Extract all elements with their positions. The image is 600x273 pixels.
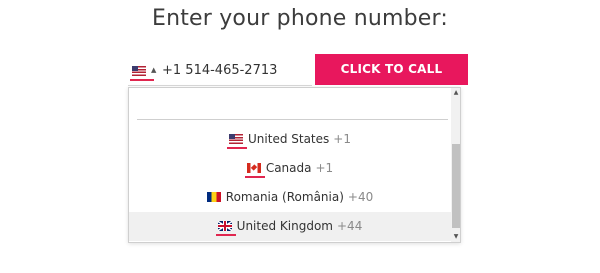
caret-up-icon: ▲ (151, 66, 157, 74)
country-option-us[interactable]: United States +1 (129, 125, 451, 154)
ca-flag-icon (246, 162, 261, 173)
scroll-down-arrow-icon[interactable]: ▼ (451, 232, 460, 242)
country-search-input[interactable] (137, 92, 448, 120)
phone-field: ▲ (128, 54, 312, 86)
country-option-gb[interactable]: United Kingdom +44 (129, 212, 451, 241)
country-name: Romania (România) (225, 190, 344, 204)
flag-underline (227, 147, 248, 149)
country-selector[interactable]: ▲ (130, 63, 160, 81)
page-title: Enter your phone number: (151, 6, 449, 31)
country-name: United States (248, 132, 330, 146)
dial-code: +1 (315, 161, 334, 175)
country-option-ca[interactable]: Canada +1 (129, 154, 451, 183)
us-flag-icon (132, 66, 146, 76)
country-option-ro[interactable]: Romania (România) +40 (129, 183, 451, 212)
dial-code: +1 (333, 132, 351, 146)
flag-underline (244, 176, 265, 178)
country-options: United States +1 Canada +1 Romania (Români… (129, 125, 451, 241)
dial-code: +44 (337, 219, 363, 233)
country-name: Canada (265, 161, 312, 175)
ro-flag-icon (206, 191, 221, 202)
country-name: United Kingdom (236, 219, 333, 233)
click-to-call-button[interactable]: CLICK TO CALL (315, 54, 468, 85)
phone-input[interactable] (162, 60, 302, 80)
flag-underline (130, 79, 154, 81)
us-flag-icon (229, 133, 244, 144)
flag-underline (215, 234, 236, 236)
dropdown-scrollbar[interactable]: ▲ ▼ (451, 88, 460, 242)
scroll-up-arrow-icon[interactable]: ▲ (451, 88, 460, 98)
gb-flag-icon (217, 220, 232, 231)
call-widget: Enter your phone number: ▲ CLICK TO CALL… (0, 0, 600, 273)
scroll-thumb[interactable] (452, 144, 460, 228)
country-dropdown: United States +1 Canada +1 Romania (Români… (128, 87, 461, 243)
dial-code: +40 (347, 190, 374, 204)
